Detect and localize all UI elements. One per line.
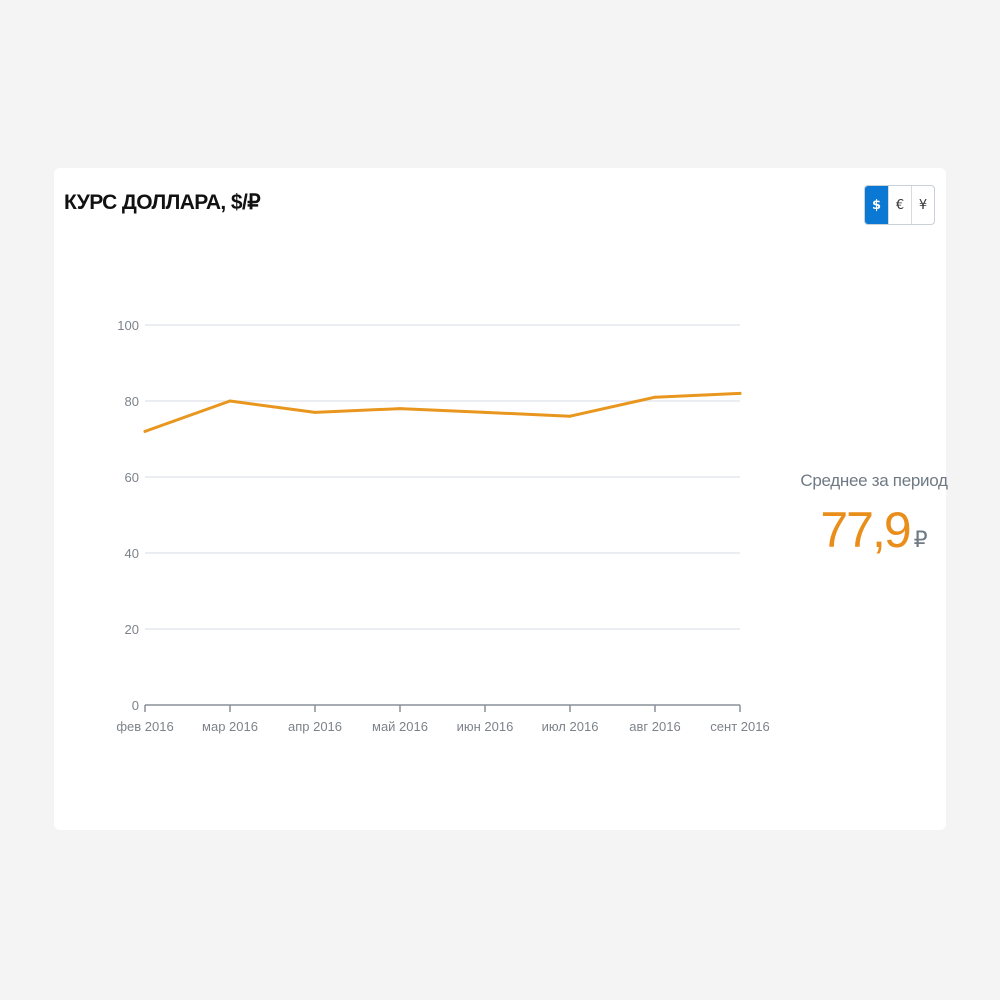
period-average-value-row: 77,9 ₽	[799, 501, 949, 559]
data-point	[398, 407, 402, 411]
x-tick-label: сент 2016	[710, 719, 769, 734]
x-tick-label: авг 2016	[629, 719, 680, 734]
chart-grid	[145, 324, 740, 630]
data-point	[483, 410, 487, 414]
data-point	[568, 414, 572, 418]
x-tick-label: май 2016	[372, 719, 428, 734]
data-point	[143, 429, 147, 433]
y-tick-label: 100	[117, 318, 139, 333]
data-point	[738, 391, 742, 395]
y-tick-label: 40	[125, 546, 139, 561]
x-tick-label: фев 2016	[116, 719, 173, 734]
chart-tick-labels: 0 20 40 60 80 100 фев 2016 мар 2016 апр 2016 май …	[116, 318, 769, 734]
y-tick-label: 0	[132, 698, 139, 713]
y-tick-label: 60	[125, 470, 139, 485]
series-line	[143, 391, 742, 433]
period-average-label: Среднее за период	[800, 471, 948, 490]
chart-series	[143, 391, 742, 433]
data-point	[228, 399, 232, 403]
x-tick-label: июл 2016	[542, 719, 599, 734]
period-average-value: 77,9	[820, 502, 911, 558]
y-tick-label: 20	[125, 622, 139, 637]
data-point	[313, 410, 317, 414]
chart-axes	[144, 704, 741, 712]
period-average: Среднее за период 77,9 ₽	[799, 471, 949, 559]
data-point	[653, 395, 657, 399]
ruble-sign: ₽	[913, 528, 928, 553]
x-tick-label: апр 2016	[288, 719, 342, 734]
x-tick-label: июн 2016	[457, 719, 514, 734]
x-tick-label: мар 2016	[202, 719, 258, 734]
exchange-rate-card: КУРС ДОЛЛАРА, $/₽ $ € ¥ 0 20 40 60 80 100 фев …	[54, 168, 949, 830]
y-tick-label: 80	[125, 394, 139, 409]
